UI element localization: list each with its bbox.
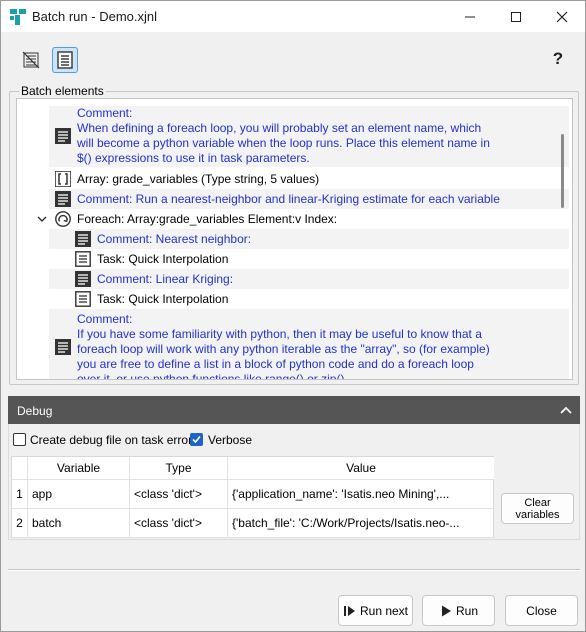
run-next-button[interactable]: Run next <box>338 595 413 626</box>
comment-icon <box>75 231 91 247</box>
close-window-button[interactable] <box>539 1 585 32</box>
strikethrough-list-button[interactable] <box>18 47 44 73</box>
verbose-label: Verbose <box>208 433 253 447</box>
task-icon <box>75 291 91 307</box>
tree-item-comment[interactable]: Comment: Linear Kriging: <box>49 269 569 289</box>
column-header-variable[interactable]: Variable <box>28 457 130 480</box>
title-bar: Batch run - Demo.xjnl <box>1 1 585 32</box>
minimize-icon <box>465 16 475 17</box>
task-icon <box>75 251 91 267</box>
comment-icon <box>55 339 71 355</box>
table-cell-variable[interactable]: batch <box>28 509 130 538</box>
row-number: 1 <box>12 480 28 509</box>
tree-item-array[interactable]: Array: grade_variables (Type string, 5 v… <box>49 169 569 189</box>
tree-item-label: Comment: When defining a foreach loop, y… <box>77 106 490 165</box>
chevron-down-icon[interactable] <box>37 214 47 224</box>
tree-item-foreach[interactable]: Foreach: Array:grade_variables Element:v… <box>49 209 569 229</box>
close-label: Close <box>526 603 557 618</box>
help-button[interactable]: ? <box>548 49 568 71</box>
tree-item-label: Task: Quick Interpolation <box>97 292 229 306</box>
checkmark-icon <box>192 435 201 444</box>
loop-icon <box>55 211 71 227</box>
batch-run-window: Batch run - Demo.xjnl ? Batch elements C… <box>0 0 586 632</box>
batch-elements-tree[interactable]: Comment: When defining a foreach loop, y… <box>16 98 573 380</box>
debug-panel-header[interactable]: Debug <box>8 396 580 424</box>
batch-elements-label: Batch elements <box>19 84 106 98</box>
table-cell-type[interactable]: <class 'dict'> <box>130 509 228 538</box>
tree-item-label: Comment: Run a nearest-neighbor and line… <box>77 192 500 206</box>
vertical-scrollbar[interactable] <box>561 134 564 208</box>
tree-item-task[interactable]: Task: Quick Interpolation <box>49 249 569 269</box>
tree-item-comment[interactable]: Comment: If you have some familiarity wi… <box>49 309 569 380</box>
window-title: Batch run - Demo.xjnl <box>32 9 157 24</box>
close-button[interactable]: Close <box>505 595 578 626</box>
run-button[interactable]: Run <box>422 595 495 626</box>
document-lines-icon <box>57 51 73 69</box>
tree-item-label: Task: Quick Interpolation <box>97 252 229 266</box>
comment-icon <box>55 191 71 207</box>
clear-variables-label: Clear variables <box>515 497 560 521</box>
tree-item-comment[interactable]: Comment: Nearest neighbor: <box>49 229 569 249</box>
table-cell-type[interactable]: <class 'dict'> <box>130 480 228 509</box>
comment-icon <box>75 271 91 287</box>
run-next-label: Run next <box>359 603 409 618</box>
create-debug-file-checkbox[interactable] <box>13 433 26 446</box>
row-number: 2 <box>12 509 28 538</box>
minimize-button[interactable] <box>447 1 493 32</box>
debug-label: Debug <box>17 404 53 418</box>
comment-icon <box>55 128 71 144</box>
table-cell-variable[interactable]: app <box>28 480 130 509</box>
maximize-icon <box>511 11 521 22</box>
tree-item-label: Foreach: Array:grade_variables Element:v… <box>77 212 338 226</box>
tree-item-comment[interactable]: Comment: When defining a foreach loop, y… <box>49 106 569 167</box>
column-header-type[interactable]: Type <box>130 457 228 480</box>
array-brackets-icon <box>55 171 71 187</box>
column-header-value[interactable]: Value <box>228 457 494 480</box>
tree-item-label: Comment: If you have some familiarity wi… <box>77 312 490 380</box>
strikethrough-list-icon <box>22 51 40 69</box>
tree-item-label: Comment: Nearest neighbor: <box>97 232 252 246</box>
table-cell-value[interactable]: {'batch_file': 'C:/Work/Projects/Isatis.… <box>228 509 494 538</box>
table-cell-value[interactable]: {'application_name': 'Isatis.neo Mining'… <box>228 480 494 509</box>
table-corner-header <box>12 457 28 480</box>
run-label: Run <box>455 603 478 618</box>
footer-separator <box>8 569 580 571</box>
app-logo-icon <box>10 9 26 25</box>
play-icon <box>441 605 451 616</box>
document-lines-button[interactable] <box>52 47 78 73</box>
verbose-checkbox[interactable] <box>190 433 203 446</box>
clear-variables-button[interactable]: Clear variables <box>501 493 574 524</box>
tree-item-label: Array: grade_variables (Type string, 5 v… <box>77 172 320 186</box>
create-debug-file-label: Create debug file on task error <box>30 433 193 447</box>
step-forward-icon <box>343 605 355 616</box>
tree-item-comment[interactable]: Comment: Run a nearest-neighbor and line… <box>49 189 569 209</box>
close-icon <box>556 11 568 22</box>
tree-item-label: Comment: Linear Kriging: <box>97 272 234 286</box>
debug-variables-table: Variable Type Value 1 app <class 'dict'>… <box>11 456 494 538</box>
maximize-button[interactable] <box>493 1 539 32</box>
chevron-up-icon[interactable] <box>559 404 573 416</box>
tree-item-task[interactable]: Task: Quick Interpolation <box>49 289 569 309</box>
